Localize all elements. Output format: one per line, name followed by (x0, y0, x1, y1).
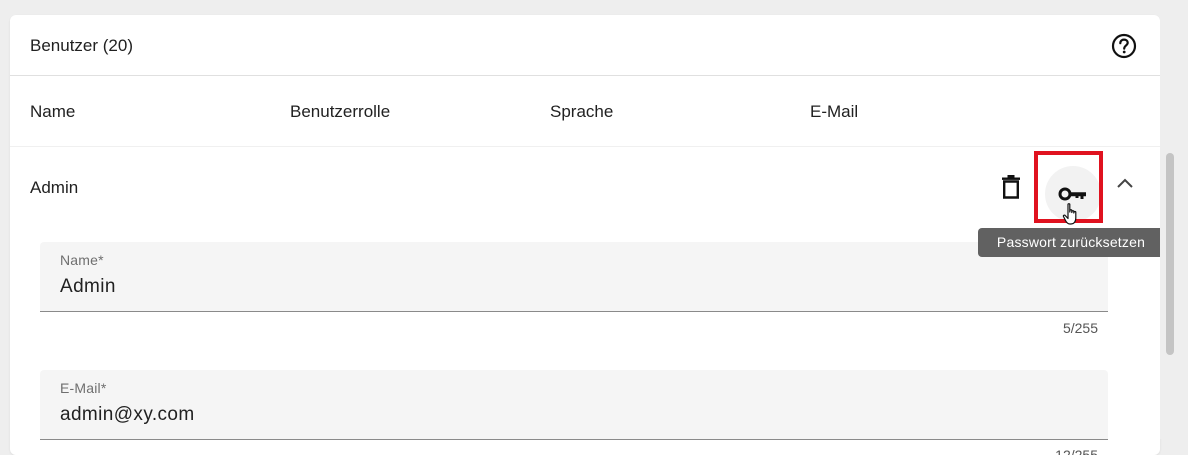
column-header-language[interactable]: Sprache (550, 101, 613, 123)
reset-password-tooltip: Passwort zurücksetzen (978, 228, 1164, 257)
column-header-email[interactable]: E-Mail (810, 101, 858, 123)
email-char-counter: 12/255 (1055, 447, 1098, 455)
column-header-name[interactable]: Name (30, 101, 75, 123)
table-header: Name Benutzerrolle Sprache E-Mail (10, 76, 1160, 147)
card-header: Benutzer (20) (10, 15, 1160, 76)
key-icon[interactable] (1045, 166, 1101, 222)
trash-icon[interactable] (991, 167, 1031, 207)
email-field-label: E-Mail* (60, 380, 107, 396)
email-field[interactable]: E-Mail* (40, 370, 1108, 440)
column-header-role[interactable]: Benutzerrolle (290, 101, 390, 123)
scrollbar-track[interactable] (1160, 0, 1188, 439)
name-input[interactable] (60, 275, 1060, 299)
card-title: Benutzer (20) (30, 36, 133, 55)
email-input[interactable] (60, 403, 1060, 427)
table-row: Admin Name* 5/255 (10, 147, 1160, 455)
help-icon[interactable] (1110, 32, 1138, 60)
scrollbar-thumb[interactable] (1166, 153, 1174, 355)
name-char-counter: 5/255 (1062, 320, 1098, 336)
name-field-label: Name* (60, 252, 104, 268)
chevron-up-icon[interactable] (1105, 163, 1145, 203)
row-user-name[interactable]: Admin (30, 177, 78, 199)
name-field[interactable]: Name* (40, 242, 1108, 312)
